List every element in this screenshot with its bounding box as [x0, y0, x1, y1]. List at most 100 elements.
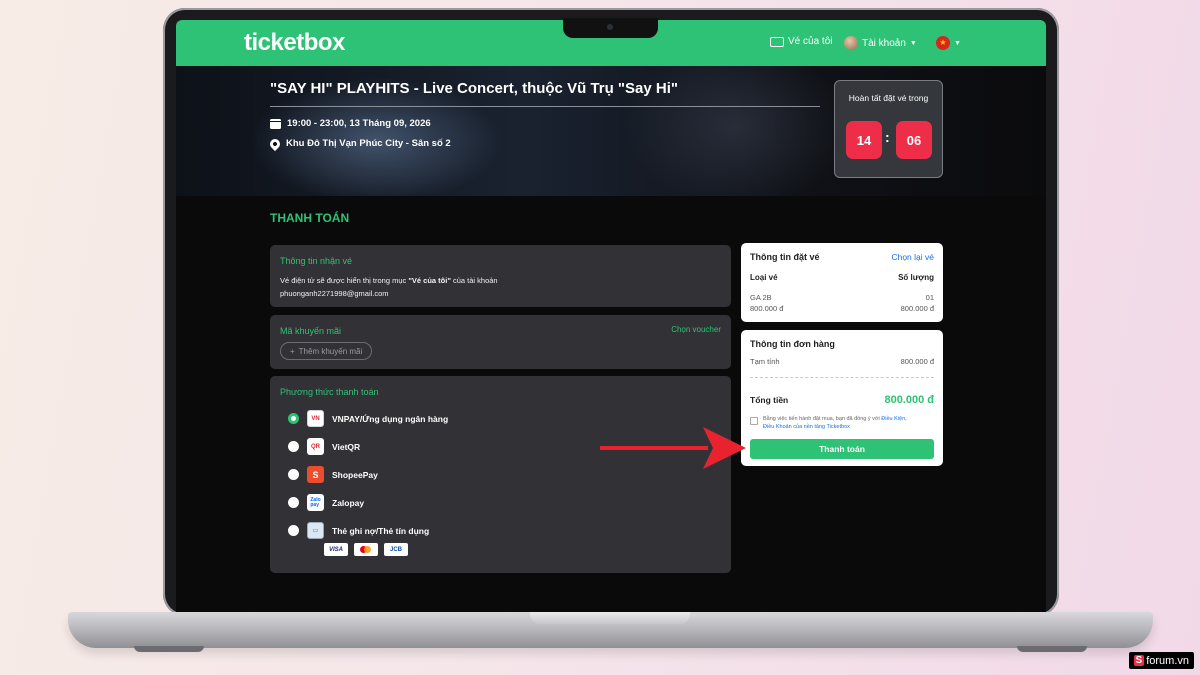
radio-selected[interactable] [288, 413, 299, 424]
event-datetime-text: 19:00 - 23:00, 13 Tháng 09, 2026 [287, 118, 431, 129]
ticket-table-header: Loại vé Số lượng [750, 273, 934, 282]
avatar [844, 36, 858, 50]
ticket-icon [770, 36, 784, 47]
ticketbox-logo[interactable]: ticketbox [244, 29, 345, 57]
payment-option-vnpay[interactable]: VN VNPAY/Ứng dụng ngân hàng [288, 410, 448, 427]
total-row: Tổng tiền 800.000 đ [750, 394, 934, 406]
laptop-foot-left [134, 646, 204, 652]
countdown-minutes: 14 [846, 121, 882, 159]
chevron-down-icon: ▼ [954, 39, 961, 47]
order-info-card: Thông tin đơn hàng Tạm tính 800.000 đ Tổ… [741, 330, 943, 466]
browser-screen: ticketbox Vé của tôi Tài khoản ▼ ★ ▼ "SA… [176, 20, 1046, 612]
plus-icon: + [290, 346, 295, 356]
sforum-watermark: S forum.vn [1128, 652, 1194, 669]
payment-option-zalopay[interactable]: Zalo pay Zalopay [288, 494, 364, 511]
radio-unselected[interactable] [288, 525, 299, 536]
location-pin-icon [267, 136, 283, 151]
jcb-icon: JCB [384, 543, 408, 556]
terms-link-2[interactable]: Điều Khoản của nền tảng Ticketbox [763, 424, 850, 430]
event-title: "SAY HI" PLAYHITS - Live Concert, thuộc … [270, 80, 678, 97]
ticket-subtotal: 800.000 đ [900, 304, 934, 313]
ticket-info-title: Thông tin đặt vé [750, 252, 820, 262]
card-brands: VISA JCB [324, 543, 408, 556]
ticket-row: GA 2B 01 [750, 293, 934, 302]
order-divider [750, 377, 934, 378]
sforum-logo-icon: S [1133, 655, 1145, 666]
account-label: Tài khoản [862, 37, 906, 49]
vnpay-icon: VN [307, 410, 324, 427]
arrow-head [703, 427, 746, 469]
add-promo-button[interactable]: + Thêm khuyến mãi [280, 342, 373, 360]
visa-icon: VISA [324, 543, 348, 556]
mastercard-icon [354, 543, 378, 556]
ticket-price: 800.000 đ [750, 304, 784, 313]
terms-checkbox[interactable] [750, 417, 758, 425]
countdown-colon: : [885, 129, 890, 145]
radio-unselected[interactable] [288, 469, 299, 480]
promo-title: Mã khuyến mãi [280, 326, 342, 336]
subtotal-row: Tạm tính 800.000 đ [750, 357, 934, 366]
total-value: 800.000 đ [884, 394, 934, 406]
terms-agreement: Bằng việc tiến hành đặt mua, bạn đã đồng… [750, 416, 934, 431]
calendar-icon [270, 118, 281, 129]
laptop-base [68, 612, 1153, 652]
countdown-seconds: 06 [896, 121, 932, 159]
shopeepay-icon: S [307, 466, 324, 483]
col-ticket-type: Loại vé [750, 273, 778, 282]
ticket-info-card: Thông tin đặt vé Chọn lại vé Loại vé Số … [741, 243, 943, 322]
total-label: Tổng tiền [750, 395, 789, 405]
ticket-price-row: 800.000 đ 800.000 đ [750, 304, 934, 313]
note-highlight: "Vé của tôi" [408, 276, 451, 285]
subtotal-label: Tạm tính [750, 357, 780, 366]
camera-icon [607, 24, 613, 30]
pay-button[interactable]: Thanh toán [750, 439, 934, 459]
my-tickets-link[interactable]: Vé của tôi [770, 36, 832, 47]
event-hero: "SAY HI" PLAYHITS - Live Concert, thuộc … [176, 66, 1046, 196]
vietqr-icon: QR [307, 438, 324, 455]
terms-prefix: Bằng việc tiến hành đặt mua, bạn đã đồng… [763, 416, 882, 422]
event-location: Khu Đô Thị Vạn Phúc City - Sân số 2 [267, 136, 451, 151]
terms-text: Bằng việc tiến hành đặt mua, bạn đã đồng… [763, 416, 907, 431]
payment-option-label: VNPAY/Ứng dụng ngân hàng [332, 413, 449, 424]
col-quantity: Số lượng [898, 273, 934, 282]
countdown-timer: Hoàn tất đặt vé trong 14 : 06 [834, 80, 943, 178]
payment-option-card[interactable]: ▭ Thẻ ghi nợ/Thẻ tín dụng [288, 522, 429, 539]
promo-panel: Mã khuyến mãi Chọn voucher + Thêm khuyến… [270, 315, 731, 369]
order-info-title: Thông tin đơn hàng [750, 339, 835, 349]
radio-unselected[interactable] [288, 497, 299, 508]
event-datetime: 19:00 - 23:00, 13 Tháng 09, 2026 [270, 118, 431, 129]
ticket-qty: 01 [925, 293, 934, 302]
payment-method-panel: Phương thức thanh toán VN VNPAY/Ứng dụng… [270, 376, 731, 573]
terms-link[interactable]: Điều Kiện, [881, 416, 906, 422]
add-promo-label: Thêm khuyến mãi [298, 346, 363, 356]
event-location-text: Khu Đô Thị Vạn Phúc City - Sân số 2 [286, 138, 451, 149]
red-arrow-annotation [600, 427, 746, 469]
laptop-foot-right [1017, 646, 1087, 652]
receive-email: phuonganh2271998@gmail.com [280, 289, 389, 298]
laptop-lip [530, 612, 690, 624]
payment-option-label: VietQR [332, 441, 361, 452]
chevron-down-icon: ▼ [909, 39, 917, 47]
payment-option-vietqr[interactable]: QR VietQR [288, 438, 360, 455]
receive-info-title: Thông tin nhận vé [280, 256, 353, 266]
receive-info-panel: Thông tin nhận vé Vé điện tử sẽ được hiể… [270, 245, 731, 307]
reselect-ticket-link[interactable]: Chọn lại vé [891, 252, 934, 262]
radio-unselected[interactable] [288, 441, 299, 452]
choose-voucher-link[interactable]: Chọn voucher [671, 325, 721, 334]
camera-notch [563, 18, 658, 38]
countdown-label: Hoàn tất đặt vé trong [848, 93, 929, 103]
payment-option-label: Zalopay [332, 497, 365, 508]
language-selector[interactable]: ★ ▼ [936, 36, 961, 50]
note-suffix: của tài khoản [450, 276, 498, 285]
ticket-name: GA 2B [750, 293, 772, 302]
zalopay-icon: Zalo pay [307, 494, 324, 511]
receive-info-note: Vé điện tử sẽ được hiển thị trong mục "V… [280, 276, 498, 285]
vietnam-flag-icon: ★ [936, 36, 950, 50]
hero-divider [270, 106, 820, 107]
payment-option-label: ShopeePay [332, 469, 378, 480]
payment-option-shopeepay[interactable]: S ShopeePay [288, 466, 378, 483]
account-menu[interactable]: Tài khoản ▼ [844, 36, 917, 50]
subtotal-value: 800.000 đ [900, 357, 934, 366]
note-prefix: Vé điện tử sẽ được hiển thị trong mục [280, 276, 409, 285]
checkout-title: THANH TOÁN [270, 211, 350, 225]
